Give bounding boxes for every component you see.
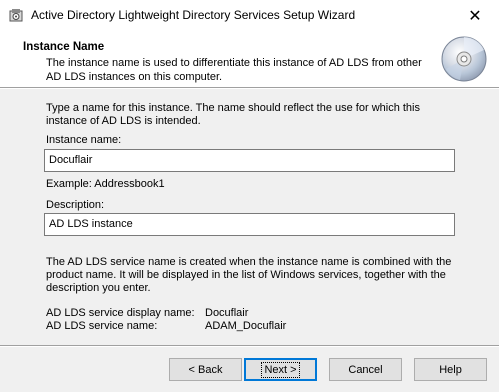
service-name-value: ADAM_Docuflair: [205, 320, 287, 332]
page-description: The instance name is used to differentia…: [46, 57, 422, 83]
cd-disc-icon: [441, 36, 487, 82]
window-title: Active Directory Lightweight Directory S…: [31, 8, 356, 22]
display-name-value: Docuflair: [205, 307, 249, 319]
instance-name-input[interactable]: Docuflair: [44, 149, 455, 172]
footer-separator: [0, 345, 499, 347]
cancel-button-label: Cancel: [348, 363, 383, 376]
help-button[interactable]: Help: [414, 358, 487, 381]
page-title: Instance Name: [23, 41, 105, 53]
wizard-header: Instance Name The instance name is used …: [0, 31, 499, 87]
setup-wizard-window: Active Directory Lightweight Directory S…: [0, 0, 499, 392]
setup-app-icon: [9, 9, 23, 22]
instance-name-label: Instance name:: [46, 134, 122, 146]
header-separator: [0, 87, 499, 89]
back-button-label: < Back: [188, 363, 223, 376]
next-button-label: Next >: [261, 361, 300, 378]
example-text: Example: Addressbook1: [46, 178, 165, 190]
service-name-label: AD LDS service name:: [46, 320, 158, 332]
intro-text: Type a name for this instance. The name …: [46, 102, 420, 127]
cancel-button[interactable]: Cancel: [329, 358, 402, 381]
help-button-label: Help: [439, 363, 462, 376]
service-info-text: The AD LDS service name is created when …: [46, 256, 452, 294]
close-icon[interactable]: ✕: [451, 0, 499, 31]
description-input[interactable]: AD LDS instance: [44, 213, 455, 236]
display-name-label: AD LDS service display name:: [46, 307, 195, 319]
back-button[interactable]: < Back: [169, 358, 242, 381]
next-button[interactable]: Next >: [244, 358, 317, 381]
description-label: Description:: [46, 199, 105, 211]
title-bar: Active Directory Lightweight Directory S…: [0, 0, 499, 31]
